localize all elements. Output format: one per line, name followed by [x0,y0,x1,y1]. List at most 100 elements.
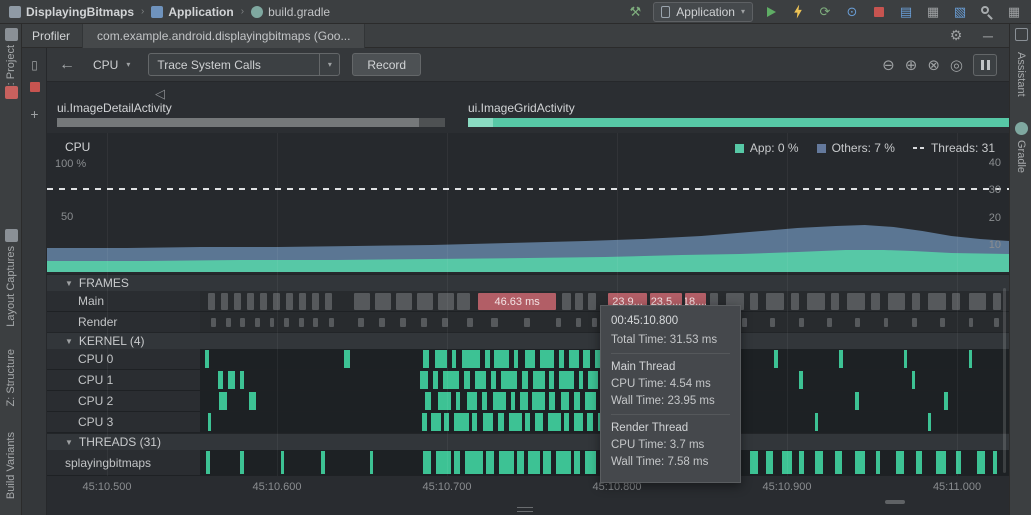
thread-activity-segment[interactable] [423,451,431,474]
frame-bar[interactable] [208,293,215,310]
cpu-activity-segment[interactable] [533,371,544,389]
frame-bar[interactable] [438,293,454,310]
frame-bar[interactable] [491,318,497,327]
cpu-activity-segment[interactable] [532,392,545,410]
cpu-activity-segment[interactable] [549,371,554,389]
cpu-activity-segment[interactable] [240,371,244,389]
frame-bar[interactable] [375,293,391,310]
thread-activity-segment[interactable] [916,451,922,474]
thread-activity-segment[interactable] [206,451,209,474]
frame-bar[interactable] [240,318,245,327]
cpu-activity-segment[interactable] [585,392,596,410]
cpu-activity-segment[interactable] [928,413,930,431]
cpu-activity-segment[interactable] [454,413,469,431]
frame-bar[interactable] [312,293,319,310]
search-icon[interactable] [978,3,996,21]
frame-bar[interactable]: 46.63 ms [478,293,556,310]
run-config-select[interactable]: Application ▾ [653,2,753,22]
stop-icon[interactable] [870,3,888,21]
frame-bar[interactable] [770,318,775,327]
record-button[interactable]: Record [352,53,421,76]
frame-bar[interactable] [807,293,825,310]
thread-activity-segment[interactable] [815,451,823,474]
frame-bar[interactable] [255,318,260,327]
frame-bar[interactable] [211,318,216,327]
logcat-icon[interactable]: ▦ [924,3,942,21]
frame-bar[interactable] [928,293,946,310]
cpu-activity-segment[interactable] [511,392,516,410]
tool-window-title[interactable]: Profiler [22,29,82,43]
thread-activity-segment[interactable] [585,451,596,474]
cpu-activity-segment[interactable] [583,350,589,368]
activity-bar-grid[interactable] [468,118,1009,127]
frames-main-row[interactable]: Main 46.63 ms23.9...23.5...18.... [47,291,1009,312]
frame-bar[interactable] [562,293,570,310]
frame-bar[interactable] [442,318,448,327]
cpu-activity-segment[interactable] [569,350,579,368]
breadcrumb-project[interactable]: DisplayingBitmaps [6,5,137,19]
frame-bar[interactable] [400,318,406,327]
sidebar-item-structure[interactable]: Z: Structure [0,349,22,406]
frame-bar[interactable] [556,318,561,327]
cpu-activity-segment[interactable] [509,413,522,431]
thread-activity-segment[interactable] [281,451,284,474]
sidebar-item-layout-captures[interactable]: Layout Captures [0,229,22,327]
frame-bar[interactable] [329,318,334,327]
pause-live-button[interactable] [973,54,997,76]
frame-bar[interactable] [260,293,267,310]
activity-bar-detail[interactable] [57,118,445,127]
frame-bar[interactable] [325,293,332,310]
cpu-chart-section[interactable]: CPU 100 % 50 40 30 20 10 App: 0 % Others… [47,133,1009,274]
cpu-activity-segment[interactable] [433,371,438,389]
frame-bar[interactable] [576,318,581,327]
cpu-activity-segment[interactable] [218,371,223,389]
frame-bar[interactable] [952,293,960,310]
frame-bar[interactable] [847,293,865,310]
frame-bar[interactable] [969,293,987,310]
build-hammer-icon[interactable]: ⚒ [626,3,644,21]
cpu-activity-segment[interactable] [525,350,535,368]
thread-activity-segment[interactable] [528,451,539,474]
frame-bar[interactable] [855,318,860,327]
activity-timeline[interactable]: ◁ ui.ImageDetailActivity ui.ImageGridAct… [47,82,1009,133]
cpu-activity-segment[interactable] [561,392,569,410]
kernel-cpu2-row[interactable]: CPU 2 [47,391,1009,412]
frame-bar[interactable] [993,293,1001,310]
kernel-cpu3-row[interactable]: CPU 3 [47,412,1009,433]
thread-activity-segment[interactable] [855,451,865,474]
thread-row[interactable]: splayingbitmaps [47,450,1009,476]
frame-bar[interactable] [286,293,293,310]
new-session-button[interactable]: + [22,106,47,122]
kernel-cpu1-row[interactable]: CPU 1 [47,370,1009,391]
resize-grip[interactable] [517,507,533,512]
breadcrumb-module[interactable]: Application [148,5,236,19]
frame-bar[interactable] [588,293,596,310]
trace-type-select[interactable]: Trace System Calls ▾ [148,53,340,76]
thread-activity-segment[interactable] [517,451,523,474]
reset-zoom-icon[interactable]: ⊗ [927,56,940,74]
sync-project-icon[interactable]: ▧ [951,3,969,21]
cpu-activity-segment[interactable] [520,392,528,410]
thread-activity-segment[interactable] [499,451,514,474]
cpu-activity-segment[interactable] [559,371,574,389]
sidebar-item-assistant[interactable]: Assistant [1010,52,1031,97]
frames-section-header[interactable]: ▼ FRAMES [47,274,1009,291]
cpu-activity-segment[interactable] [501,371,517,389]
cpu-activity-segment[interactable] [548,413,561,431]
frame-bar[interactable] [247,293,254,310]
cpu-activity-segment[interactable] [423,350,429,368]
frame-bar[interactable] [270,318,275,327]
cpu-activity-segment[interactable] [564,413,569,431]
frame-bar[interactable] [912,318,917,327]
kernel-cpu0-row[interactable]: CPU 0 [47,349,1009,370]
frames-render-row[interactable]: Render [47,312,1009,333]
sidebar-item-project[interactable]: 1: Project [0,28,22,91]
apply-changes-icon[interactable] [789,3,807,21]
cpu-activity-segment[interactable] [483,413,493,431]
profiler-type-select[interactable]: CPU ▾ [87,53,136,77]
cpu-activity-segment[interactable] [444,413,449,431]
cpu-activity-segment[interactable] [587,413,593,431]
thread-activity-segment[interactable] [574,451,580,474]
cpu-activity-segment[interactable] [559,350,564,368]
cpu-activity-segment[interactable] [912,371,915,389]
